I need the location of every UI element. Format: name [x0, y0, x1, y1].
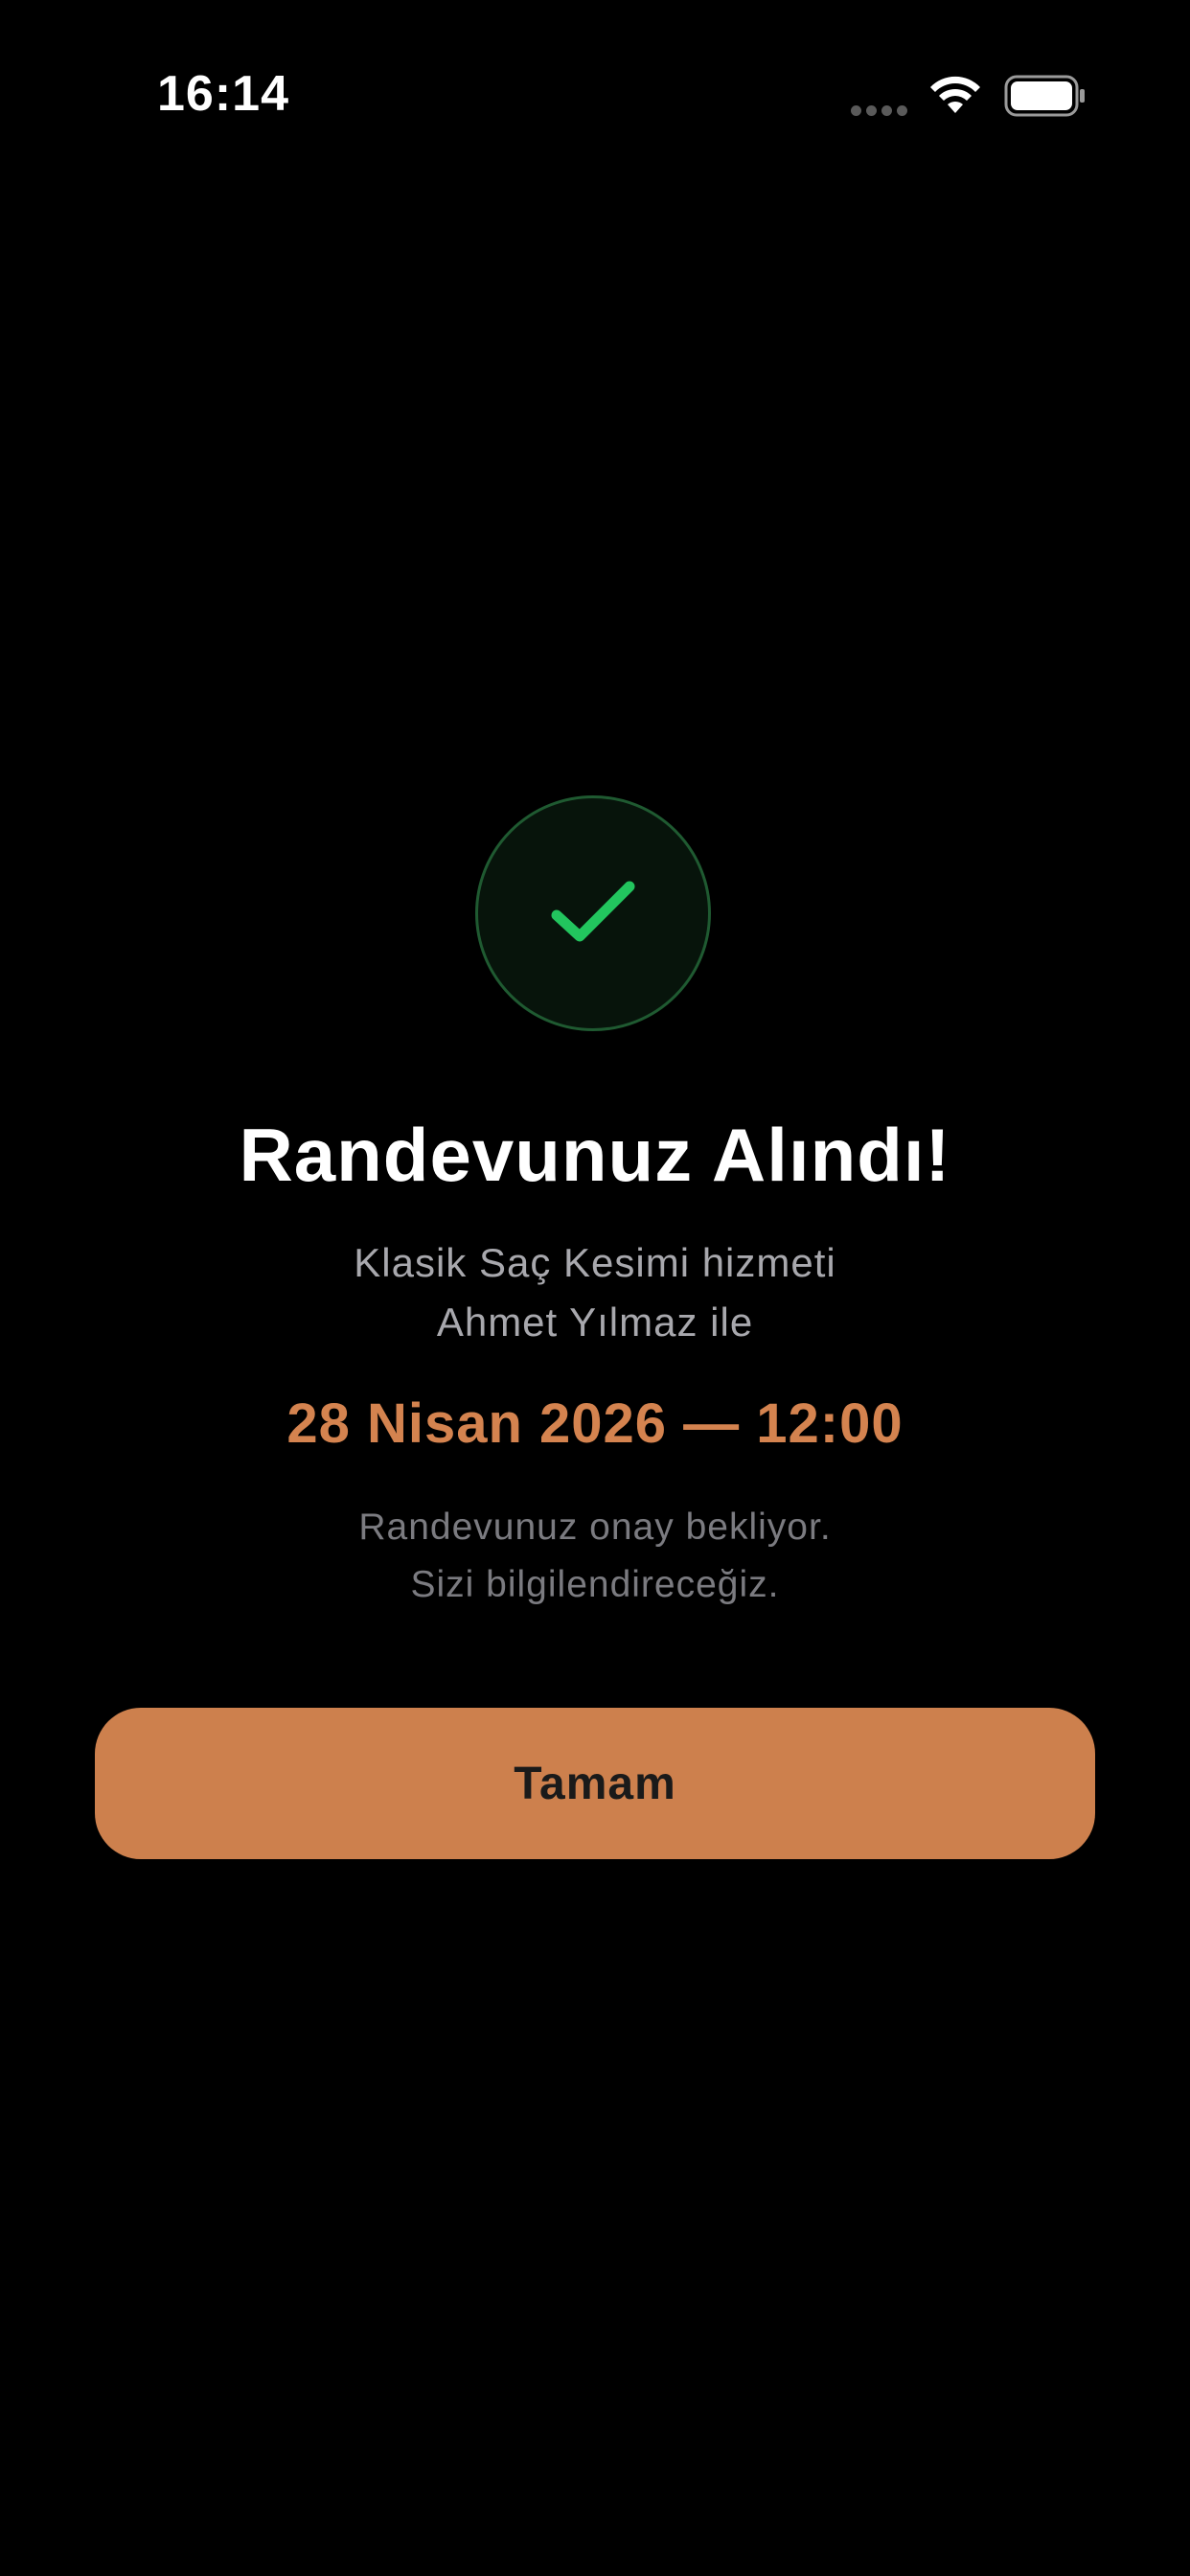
- pending-status-text: Randevunuz onay bekliyor.: [358, 1506, 832, 1548]
- status-bar: 16:14: [0, 0, 1190, 192]
- staff-name: Ahmet Yılmaz ile: [436, 1300, 754, 1345]
- check-icon: [551, 881, 635, 942]
- notify-text: Sizi bilgilendireceğiz.: [410, 1564, 780, 1605]
- ok-button[interactable]: Tamam: [95, 1708, 1095, 1859]
- confirmation-title: Randevunuz Alındı!: [239, 1113, 951, 1197]
- wifi-icon: [930, 76, 980, 113]
- signal-dots-icon: [851, 104, 912, 116]
- success-badge: [475, 795, 711, 1031]
- service-name: Klasik Saç Kesimi hizmeti: [354, 1240, 836, 1285]
- battery-icon: [1004, 75, 1085, 117]
- status-time: 16:14: [157, 66, 289, 122]
- appointment-datetime: 28 Nisan 2026 — 12:00: [286, 1392, 904, 1455]
